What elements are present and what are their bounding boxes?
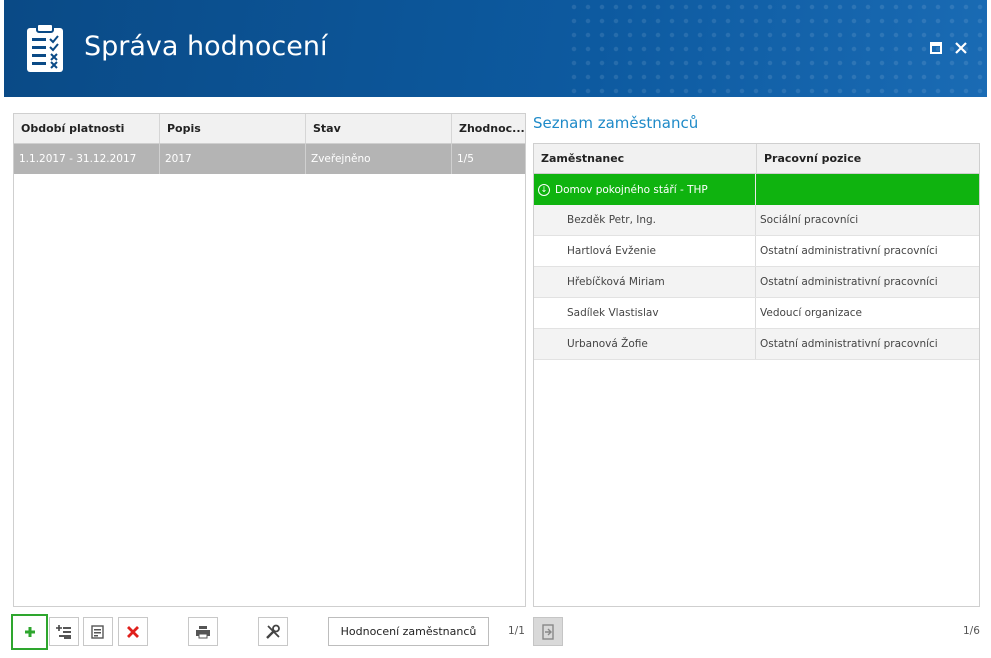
maximize-icon[interactable] (928, 40, 944, 56)
list-item[interactable]: Hřebíčková Miriam Ostatní administrativn… (534, 267, 979, 298)
grid-header: Zaměstnanec Pracovní pozice (534, 144, 979, 174)
export-icon (542, 623, 554, 640)
add-subitem-icon (56, 624, 71, 639)
employee-position: Ostatní administrativní pracovníci (760, 338, 938, 350)
employee-position: Ostatní administrativní pracovníci (760, 276, 938, 288)
employee-evaluation-button[interactable]: Hodnocení zaměstnanců (328, 617, 489, 646)
group-row[interactable]: ↓ Domov pokojného stáří - THP (534, 174, 979, 205)
employee-position: Vedoucí organizace (760, 307, 863, 319)
employee-name: Urbanová Žofie (534, 329, 756, 359)
plus-icon (24, 627, 35, 637)
app-header: Správa hodnocení (4, 0, 987, 97)
list-item[interactable]: Bezděk Petr, Ing. Sociální pracovníci (534, 205, 979, 236)
add-button[interactable] (11, 614, 48, 650)
export-button[interactable] (533, 617, 563, 646)
page-title: Správa hodnocení (84, 31, 328, 62)
column-header-position[interactable]: Pracovní pozice (757, 144, 979, 173)
list-item[interactable]: Urbanová Žofie Ostatní administrativní p… (534, 329, 979, 360)
employee-name: Sadílek Vlastislav (534, 298, 756, 328)
employee-name: Hartlová Evženie (534, 236, 756, 266)
employee-list-title: Seznam zaměstnanců (533, 114, 699, 132)
clipboard-checklist-icon (27, 23, 63, 72)
list-item[interactable]: Sadílek Vlastislav Vedoucí organizace (534, 298, 979, 329)
cell-state: Zveřejněno (306, 144, 452, 174)
right-pager: 1/6 (963, 625, 980, 637)
tools-icon (266, 624, 280, 639)
table-row[interactable]: 1.1.2017 - 31.12.2017 2017 Zveřejněno 1/… (14, 144, 525, 174)
column-header-description[interactable]: Popis (160, 114, 306, 143)
column-header-employee[interactable]: Zaměstnanec (534, 144, 757, 173)
cell-period: 1.1.2017 - 31.12.2017 (14, 144, 160, 174)
list-item[interactable]: Hartlová Evženie Ostatní administrativní… (534, 236, 979, 267)
employee-position: Sociální pracovníci (760, 214, 859, 226)
employee-list-grid: Zaměstnanec Pracovní pozice ↓ Domov poko… (533, 143, 980, 607)
edit-document-icon (91, 624, 104, 639)
close-icon[interactable] (953, 40, 969, 56)
delete-icon (127, 625, 139, 638)
collapse-icon[interactable]: ↓ (538, 183, 550, 196)
print-button[interactable] (188, 617, 218, 646)
group-label: Domov pokojného stáří - THP (555, 183, 708, 196)
grid-header: Období platnosti Popis Stav Zhodnoc... (14, 114, 525, 144)
cell-evaluated: 1/5 (457, 153, 474, 165)
left-pager: 1/1 (508, 625, 525, 637)
column-header-period[interactable]: Období platnosti (14, 114, 160, 143)
employee-position: Ostatní administrativní pracovníci (760, 245, 938, 257)
delete-button[interactable] (118, 617, 148, 646)
edit-button[interactable] (83, 617, 113, 646)
employee-name: Hřebíčková Miriam (534, 267, 756, 297)
column-header-evaluated[interactable]: Zhodnoc... (452, 114, 525, 143)
settings-button[interactable] (258, 617, 288, 646)
evaluation-periods-grid: Období platnosti Popis Stav Zhodnoc... 1… (13, 113, 526, 607)
printer-icon (196, 625, 210, 638)
header-pattern (567, 0, 987, 97)
column-header-state[interactable]: Stav (306, 114, 452, 143)
add-child-button[interactable] (49, 617, 79, 646)
cell-description: 2017 (160, 144, 306, 174)
employee-name: Bezděk Petr, Ing. (534, 205, 756, 235)
